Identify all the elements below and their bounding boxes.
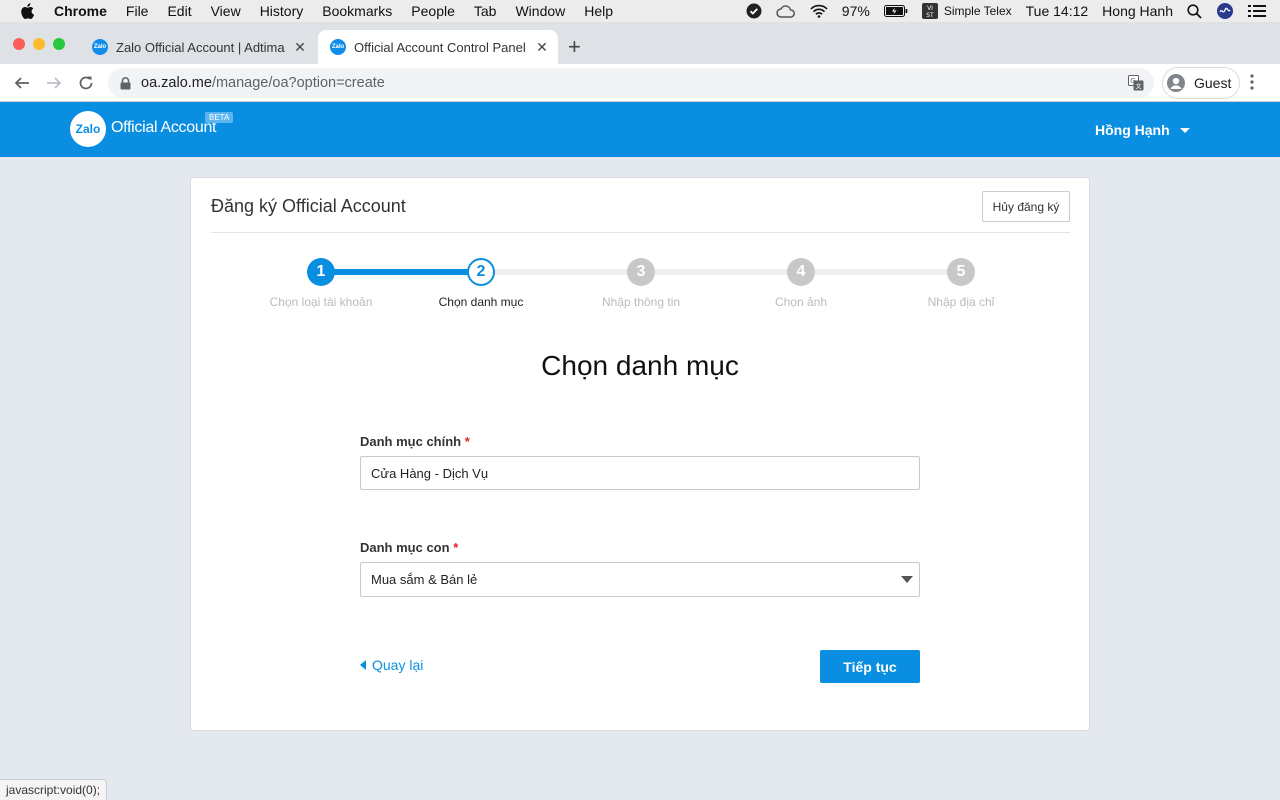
checkmark-shield-icon[interactable]: [746, 3, 762, 19]
menu-window[interactable]: Window: [515, 3, 565, 19]
chrome-menu-icon[interactable]: [1250, 74, 1254, 95]
main-category-input[interactable]: [360, 456, 920, 490]
new-tab-plus-icon[interactable]: +: [568, 34, 581, 60]
browser-tab-strip: Zalo Zalo Official Account | Adtima ✕ Za…: [0, 22, 1280, 64]
battery-percent: 97%: [841, 3, 870, 19]
main-category-label: Danh mục chính *: [360, 434, 470, 449]
spotlight-search-icon[interactable]: [1187, 3, 1202, 19]
profile-guest-button[interactable]: Guest: [1162, 67, 1240, 99]
back-link[interactable]: Quay lại: [360, 657, 423, 673]
apple-icon[interactable]: [20, 3, 38, 19]
zalo-logo[interactable]: Zalo: [70, 111, 106, 147]
user-name: Hồng Hạnh: [1095, 122, 1170, 138]
menu-bookmarks[interactable]: Bookmarks: [322, 3, 392, 19]
menu-tab[interactable]: Tab: [474, 3, 497, 19]
siri-icon[interactable]: [1216, 2, 1234, 20]
forward-arrow-icon[interactable]: [38, 67, 70, 99]
dropdown-arrow-icon: [901, 576, 913, 583]
step-number: 1: [307, 258, 335, 286]
step-number: 2: [467, 258, 495, 286]
zalo-favicon-icon: Zalo: [330, 39, 346, 55]
tab-zalo-adtima[interactable]: Zalo Zalo Official Account | Adtima ✕: [80, 30, 316, 64]
continue-button[interactable]: Tiếp tục: [820, 650, 920, 683]
url-host: oa.zalo.me: [141, 75, 212, 91]
caret-down-icon: [1179, 127, 1190, 133]
step-label: Chọn danh mục: [438, 295, 524, 309]
brand-name[interactable]: Official Account: [111, 119, 216, 137]
step-4: 4 Chọn ảnh: [721, 258, 881, 309]
zalo-favicon-icon: Zalo: [92, 39, 108, 55]
tab-title: Zalo Official Account | Adtima: [116, 39, 285, 55]
menu-file[interactable]: File: [126, 3, 149, 19]
menu-history[interactable]: History: [260, 3, 304, 19]
tab-close-icon[interactable]: ✕: [532, 39, 552, 56]
reload-icon[interactable]: [70, 67, 102, 99]
input-method-icon[interactable]: VI ST: [921, 3, 938, 19]
svg-text:文: 文: [1135, 83, 1141, 91]
sub-category-select[interactable]: Mua sắm & Bán lẻ: [360, 562, 920, 597]
step-3: 3 Nhập thông tin: [561, 258, 721, 309]
card-title: Đăng ký Official Account: [211, 196, 406, 216]
guest-avatar-icon: [1167, 74, 1185, 92]
control-center-icon[interactable]: [1248, 4, 1266, 18]
tab-control-panel[interactable]: Zalo Official Account Control Panel ✕: [318, 30, 558, 64]
beta-badge: BETA: [205, 112, 234, 123]
profile-label: Guest: [1194, 75, 1232, 91]
window-close-button[interactable]: [13, 38, 25, 50]
svg-text:ST: ST: [926, 12, 934, 19]
lock-icon[interactable]: [120, 76, 131, 90]
window-minimize-button[interactable]: [33, 38, 45, 50]
zalo-oa-header: Zalo Official Account BETA Hồng Hạnh: [0, 102, 1280, 157]
creative-cloud-icon[interactable]: [776, 4, 796, 18]
step-number: 4: [787, 258, 815, 286]
window-zoom-button[interactable]: [53, 38, 65, 50]
translate-icon[interactable]: G文: [1128, 75, 1144, 95]
svg-text:VI: VI: [927, 5, 933, 12]
step-label: Chọn ảnh: [774, 295, 828, 309]
step-label: Nhập thông tin: [601, 295, 681, 309]
step-number: 5: [947, 258, 975, 286]
menu-chrome[interactable]: Chrome: [54, 3, 107, 19]
section-heading: Chọn danh mục: [541, 350, 739, 381]
battery-icon[interactable]: [883, 5, 908, 17]
back-arrow-icon[interactable]: [6, 67, 38, 99]
step-2: 2 Chọn danh mục: [401, 258, 561, 309]
tab-title: Official Account Control Panel: [354, 39, 526, 55]
address-bar[interactable]: oa.zalo.me/manage/oa?option=create G文: [108, 68, 1154, 98]
step-label: Nhập địa chỉ: [927, 295, 995, 309]
required-asterisk: *: [464, 434, 470, 449]
caret-left-icon: [360, 660, 366, 670]
user-menu[interactable]: Hồng Hạnh: [1095, 122, 1190, 138]
divider: [211, 232, 1070, 233]
required-asterisk: *: [453, 540, 459, 555]
tab-close-icon[interactable]: ✕: [290, 39, 310, 56]
sub-category-value: Mua sắm & Bán lẻ: [371, 572, 478, 587]
step-5: 5 Nhập địa chỉ: [881, 258, 1041, 309]
main-category-label-text: Danh mục chính: [360, 434, 462, 449]
mac-menu-bar: Chrome File Edit View History Bookmarks …: [0, 0, 1280, 22]
step-1: 1 Chọn loại tài khoản: [241, 258, 401, 309]
sub-category-label: Danh mục con *: [360, 540, 458, 555]
wifi-icon[interactable]: [810, 4, 828, 18]
step-number: 3: [627, 258, 655, 286]
back-label: Quay lại: [372, 657, 424, 673]
step-label: Chọn loại tài khoản: [269, 295, 373, 309]
menu-edit[interactable]: Edit: [167, 3, 191, 19]
menubar-user[interactable]: Hong Hanh: [1102, 3, 1173, 19]
clock[interactable]: Tue 14:12: [1026, 3, 1089, 19]
sub-category-label-text: Danh mục con: [360, 540, 450, 555]
cancel-registration-button[interactable]: Hủy đăng ký: [982, 191, 1070, 222]
input-method-label[interactable]: Simple Telex: [944, 4, 1012, 18]
registration-card: Đăng ký Official Account Hủy đăng ký 1 C…: [190, 177, 1090, 731]
status-bar: javascript:void(0);: [0, 779, 108, 800]
url-path: /manage/oa?option=create: [211, 75, 385, 91]
menu-help[interactable]: Help: [584, 3, 613, 19]
menu-view[interactable]: View: [211, 3, 241, 19]
menu-people[interactable]: People: [411, 3, 455, 19]
browser-toolbar: oa.zalo.me/manage/oa?option=create G文 Gu…: [0, 64, 1280, 102]
